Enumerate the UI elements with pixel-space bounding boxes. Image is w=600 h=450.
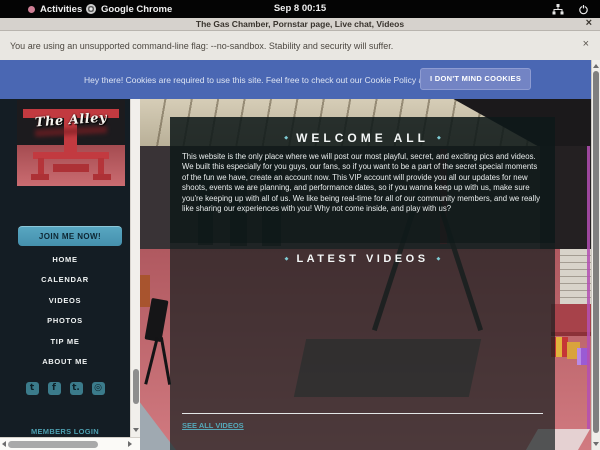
main-content-frame: ◆ WELCOME ALL ◆ This website is the only… [140, 99, 591, 450]
scroll-right-icon[interactable] [128, 441, 132, 447]
sidebar-horizontal-scrollbar[interactable] [0, 437, 140, 450]
diamond-icon: ◆ [284, 136, 288, 141]
scroll-left-icon[interactable] [2, 441, 6, 447]
site-logo[interactable]: The Alley [17, 100, 125, 186]
welcome-heading: ◆ WELCOME ALL ◆ [170, 131, 555, 145]
browser-title-bar: The Gas Chamber, Pornstar page, Live cha… [0, 18, 600, 31]
window-close-icon[interactable]: × [586, 17, 592, 29]
latest-videos-title: LATEST VIDEOS [296, 253, 428, 265]
scrollbar-thumb[interactable] [8, 441, 98, 448]
diamond-icon: ◆ [437, 257, 441, 262]
sidebar-item-photos[interactable]: PHOTOS [0, 311, 130, 332]
background-red-bench [551, 304, 591, 336]
diamond-icon: ◆ [437, 136, 441, 141]
latest-videos-heading: ◆ LATEST VIDEOS ◆ [170, 253, 555, 265]
flag-warning-message: You are using an unsupported command-lin… [10, 41, 393, 51]
welcome-section: ◆ WELCOME ALL ◆ This website is the only… [170, 117, 555, 243]
scrollbar-thumb[interactable] [133, 369, 139, 404]
divider-line [182, 413, 543, 414]
latest-videos-section: ◆ LATEST VIDEOS ◆ SEE ALL VIDEOS [170, 243, 555, 450]
members-login-link[interactable]: MEMBERS LOGIN [0, 427, 130, 436]
cookie-notice-bar: Hey there! Cookies are required to use t… [0, 60, 591, 99]
scroll-down-icon[interactable] [593, 442, 599, 446]
join-me-now-button[interactable]: JOIN ME NOW! [18, 226, 122, 246]
background-orange-object [140, 275, 150, 307]
diamond-icon: ◆ [285, 257, 289, 262]
page-content-overlay: ◆ WELCOME ALL ◆ This website is the only… [170, 117, 555, 450]
welcome-title: WELCOME ALL [296, 131, 429, 145]
gnome-top-bar: Activities Google Chrome Sep 8 00:15 [0, 0, 600, 18]
sidebar-scrollbar[interactable] [130, 99, 140, 437]
sidebar-item-home[interactable]: HOME [0, 249, 130, 270]
window-title: The Gas Chamber, Pornstar page, Live cha… [196, 19, 404, 29]
logo-base [53, 164, 89, 172]
scroll-up-icon[interactable] [593, 64, 599, 68]
instagram-icon[interactable]: ◎ [92, 382, 105, 395]
scroll-down-icon[interactable] [133, 428, 139, 432]
logo-foot [31, 174, 49, 180]
power-icon[interactable] [578, 0, 589, 18]
cookie-message: Hey there! Cookies are required to use t… [84, 75, 462, 85]
twitter-icon[interactable]: t [26, 382, 39, 395]
tumblr-icon[interactable]: t. [70, 382, 83, 395]
accept-cookies-button[interactable]: I DON'T MIND COOKIES [420, 68, 531, 90]
facebook-icon[interactable]: f [48, 382, 61, 395]
sidebar-frame: The Alley JOIN ME NOW! HOME CALENDAR VID… [0, 99, 130, 437]
scrollbar-thumb[interactable] [593, 71, 599, 433]
sidebar-nav: HOME CALENDAR VIDEOS PHOTOS TIP ME ABOUT… [0, 249, 130, 372]
welcome-text: This website is the only place where we … [182, 152, 543, 214]
infobar-close-icon[interactable]: × [583, 38, 589, 50]
network-icon[interactable] [552, 0, 564, 18]
social-links: t f t. ◎ [0, 382, 130, 395]
sidebar-item-calendar[interactable]: CALENDAR [0, 270, 130, 291]
sidebar-item-tip-me[interactable]: TIP ME [0, 331, 130, 352]
logo-foot [93, 174, 111, 180]
sidebar-item-videos[interactable]: VIDEOS [0, 290, 130, 311]
clock[interactable]: Sep 8 00:15 [0, 0, 600, 18]
window-scrollbar[interactable] [591, 60, 600, 450]
sidebar-item-about-me[interactable]: ABOUT ME [0, 352, 130, 373]
videos-placeholder-area [170, 265, 555, 413]
flag-warning-bar: You are using an unsupported command-lin… [0, 31, 600, 60]
see-all-videos-link[interactable]: SEE ALL VIDEOS [182, 421, 244, 430]
background-magenta-strip [587, 146, 590, 429]
